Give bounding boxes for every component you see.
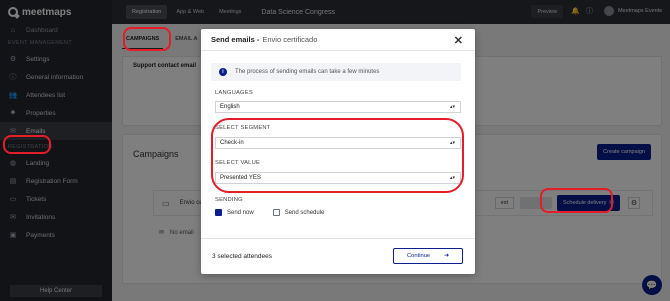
languages-label: LANGUAGES <box>215 90 253 96</box>
send-now-checkbox[interactable] <box>215 209 222 216</box>
language-select[interactable]: English ▴▾ <box>215 101 461 113</box>
info-box: i The process of sending emails can take… <box>211 63 461 81</box>
modal-footer: 3 selected attendees Continue ➜ <box>201 238 475 274</box>
info-text: The process of sending emails can take a… <box>235 69 380 75</box>
chevron-updown-icon: ▴▾ <box>449 104 455 110</box>
arrow-right-icon: ➜ <box>444 253 450 259</box>
selected-attendees: 3 selected attendees <box>212 253 272 260</box>
language-value: English <box>220 104 240 110</box>
highlight-campaigns-tab <box>123 27 171 51</box>
modal-subtitle: Envio certificado <box>262 35 318 44</box>
close-icon[interactable]: ✕ <box>454 34 463 47</box>
send-schedule-checkbox[interactable] <box>272 209 280 216</box>
sending-label: SENDING <box>215 197 243 203</box>
send-schedule-label: Send schedule <box>284 209 325 216</box>
modal-header: Send emails - Envio certificado <box>201 29 475 51</box>
highlight-schedule-button <box>540 188 613 213</box>
info-icon: i <box>219 68 227 76</box>
modal-title: Send emails - <box>211 35 260 44</box>
continue-label: Continue <box>406 253 431 259</box>
highlight-segment-fields <box>211 118 464 193</box>
sending-options: Send now Send schedule <box>215 209 324 216</box>
highlight-emails-item <box>3 135 51 154</box>
send-now-label: Send now <box>227 209 254 216</box>
continue-button[interactable]: Continue ➜ <box>393 248 463 264</box>
